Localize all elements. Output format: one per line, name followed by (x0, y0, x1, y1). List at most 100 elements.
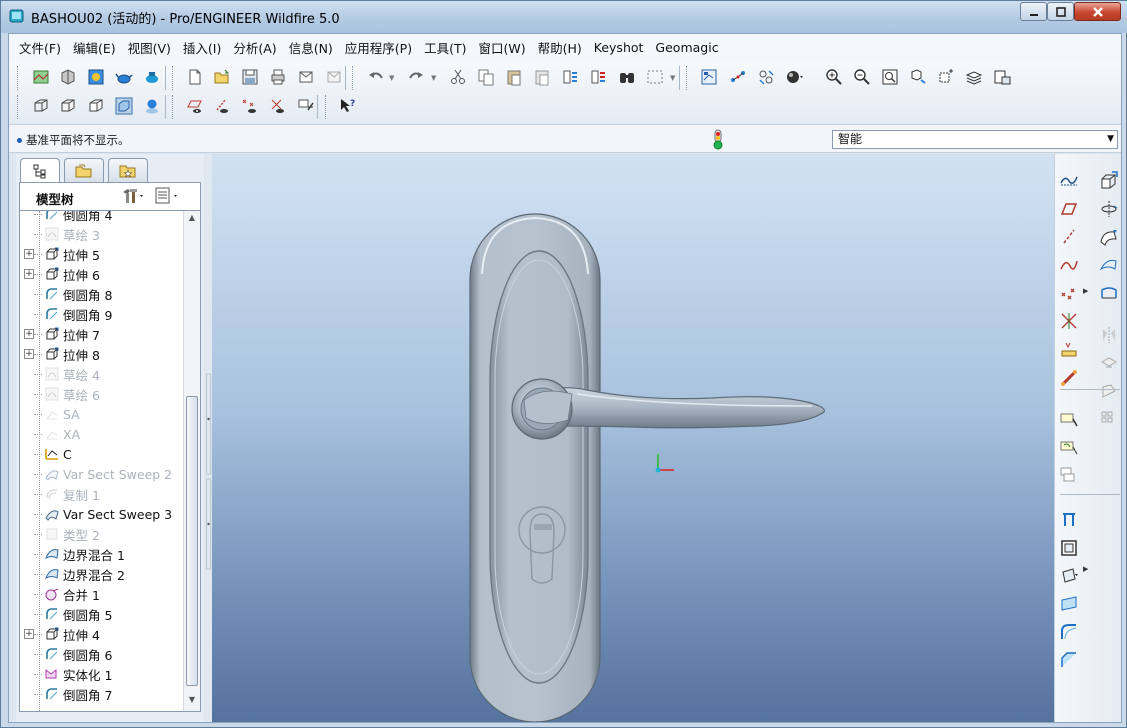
select-box-icon[interactable] (644, 66, 666, 88)
toolbar-grip-4[interactable] (352, 66, 355, 90)
shading-icon[interactable] (113, 95, 135, 117)
layers-icon[interactable] (963, 66, 985, 88)
menu-item-10[interactable]: Keyshot (594, 40, 644, 55)
status-light-icon[interactable] (711, 129, 725, 151)
model-tree-tab-icon[interactable] (20, 158, 60, 182)
door-handle-model[interactable] (212, 154, 1054, 723)
scene-icon[interactable] (141, 66, 163, 88)
datum-point-toggle-icon[interactable] (239, 95, 261, 117)
toolbar-grip-1[interactable] (17, 95, 20, 119)
tree-item[interactable]: 边界混合 2 (20, 564, 185, 584)
regen-manager-icon[interactable] (587, 66, 609, 88)
rib-tool-icon[interactable] (1058, 593, 1080, 615)
selection-filter-dropdown[interactable]: 智能 ▼ (832, 130, 1118, 149)
tree-item[interactable]: + 拉伸 8 (20, 344, 185, 364)
toolbar-dropdown-arrow-icon[interactable]: ▼ (670, 74, 675, 82)
tree-item[interactable]: 倒圆角 5 (20, 604, 185, 624)
tree-item[interactable]: 实体化 1 (20, 664, 185, 684)
paste-special-icon[interactable] (531, 66, 553, 88)
tree-item[interactable]: 类型 2 (20, 524, 185, 544)
save-icon[interactable] (239, 66, 261, 88)
round-tool-icon[interactable] (1058, 621, 1080, 643)
teapot-icon[interactable] (113, 66, 135, 88)
menu-item-11[interactable]: Geomagic (655, 40, 718, 55)
boundary-blend-tool-icon[interactable] (1098, 282, 1120, 304)
toolbar-grip-0[interactable] (17, 66, 20, 90)
datum-plane-curve-icon[interactable] (1058, 170, 1080, 192)
toolbar-dropdown-arrow-icon[interactable]: ▼ (431, 74, 436, 82)
orient-icon[interactable] (755, 66, 777, 88)
no-hidden-icon[interactable] (85, 95, 107, 117)
draft-tool-icon[interactable] (1058, 565, 1080, 587)
favorites-tab-icon[interactable] (108, 158, 148, 182)
scroll-thumb[interactable] (186, 396, 198, 686)
zoom-in-icon[interactable] (823, 66, 845, 88)
tree-item[interactable]: XA (20, 424, 185, 444)
tree-item[interactable]: + 拉伸 6 (20, 264, 185, 284)
tree-item[interactable]: 倒圆角 7 (20, 684, 185, 704)
sketch-tool-icon[interactable] (1058, 409, 1080, 431)
tree-item[interactable]: 草绘 3 (20, 224, 185, 244)
datum-csys-icon[interactable] (1058, 310, 1080, 332)
view-manager-icon[interactable] (991, 66, 1013, 88)
analysis-feature-icon[interactable] (1058, 338, 1080, 360)
menu-item-3[interactable]: 插入(I) (183, 38, 221, 57)
scroll-down-icon[interactable]: ▼ (184, 695, 200, 709)
menu-item-5[interactable]: 信息(N) (289, 38, 333, 57)
zoom-out-icon[interactable] (851, 66, 873, 88)
shade-sphere-icon[interactable] (783, 66, 805, 88)
tree-item[interactable]: 边界混合 1 (20, 544, 185, 564)
annotation-toggle-icon[interactable] (295, 95, 317, 117)
sketch-edit-icon[interactable] (1058, 465, 1080, 487)
panel-splitter[interactable] (206, 154, 211, 722)
menu-item-2[interactable]: 视图(V) (128, 38, 171, 57)
tree-item[interactable]: 倒圆角 8 (20, 284, 185, 304)
show-columns-icon[interactable] (154, 186, 182, 209)
send-icon[interactable] (295, 66, 317, 88)
toolbar-grip-5[interactable] (686, 66, 689, 90)
flyout-arrow-icon[interactable]: ▶ (1083, 565, 1088, 573)
copy-icon[interactable] (475, 66, 497, 88)
menu-item-0[interactable]: 文件(F) (19, 38, 61, 57)
tree-item[interactable]: Var Sect Sweep 2 (20, 464, 185, 484)
tree-item[interactable]: 合并 1 (20, 584, 185, 604)
menu-item-7[interactable]: 工具(T) (424, 38, 466, 57)
realtime-render-icon[interactable] (141, 95, 163, 117)
open-folder-icon[interactable] (211, 66, 233, 88)
menu-item-4[interactable]: 分析(A) (233, 38, 276, 57)
model-tree-icon[interactable] (698, 66, 720, 88)
tree-item[interactable]: 草绘 4 (20, 364, 185, 384)
send-disabled-icon[interactable] (323, 66, 345, 88)
expand-plus-icon[interactable]: + (24, 269, 34, 279)
menu-item-8[interactable]: 窗口(W) (478, 38, 525, 57)
settings-tools-icon[interactable] (120, 186, 146, 209)
tree-item[interactable]: Var Sect Sweep 3 (20, 504, 185, 524)
merge-tool-icon[interactable] (1098, 352, 1120, 374)
tree-scrollbar[interactable]: ▲ ▼ (183, 211, 200, 711)
revolve-tool-icon[interactable] (1098, 198, 1120, 220)
named-views-icon[interactable] (935, 66, 957, 88)
tree-item[interactable]: + 拉伸 5 (20, 244, 185, 264)
tree-item[interactable]: 倒圆角 9 (20, 304, 185, 324)
blend-tool-icon[interactable] (1098, 254, 1120, 276)
expand-plus-icon[interactable]: + (24, 349, 34, 359)
appearance-icon[interactable] (57, 66, 79, 88)
color-icon[interactable] (30, 66, 52, 88)
tree-item[interactable]: C (20, 444, 185, 464)
new-file-icon[interactable] (184, 66, 206, 88)
flyout-arrow-icon[interactable]: ▶ (1083, 287, 1088, 295)
refit-icon[interactable] (879, 66, 901, 88)
hidden-line-icon[interactable] (57, 95, 79, 117)
scroll-up-icon[interactable]: ▲ (184, 213, 200, 227)
chamfer-tool-icon[interactable] (1058, 649, 1080, 671)
title-bar[interactable]: BASHOU02 (活动的) - Pro/ENGINEER Wildfire 5… (1, 1, 1127, 33)
tree-item[interactable]: + 拉伸 7 (20, 324, 185, 344)
regenerate-icon[interactable] (559, 66, 581, 88)
hole-tool-icon[interactable] (1058, 509, 1080, 531)
sweep-tool-icon[interactable] (1098, 226, 1120, 248)
minimize-button[interactable] (1020, 2, 1047, 21)
maximize-button[interactable] (1047, 2, 1074, 21)
folder-browser-tab-icon[interactable] (64, 158, 104, 182)
expand-plus-icon[interactable]: + (24, 329, 34, 339)
tree-item[interactable]: 复制 1 (20, 484, 185, 504)
